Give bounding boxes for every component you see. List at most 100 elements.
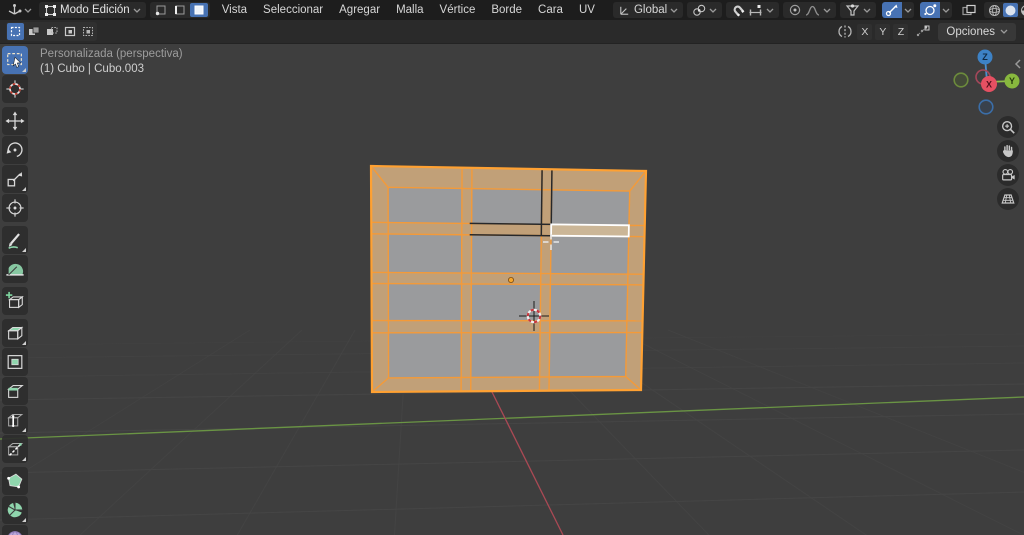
- tool-cursor[interactable]: [2, 75, 28, 103]
- mirror-z-button[interactable]: Z: [893, 24, 908, 40]
- extrude-tool-icon: [5, 323, 25, 343]
- visibility-filter-dropdown[interactable]: [840, 2, 876, 18]
- camera-view-icon: [1000, 167, 1016, 183]
- tool-annotate[interactable]: [2, 226, 28, 254]
- spin-tool-icon: [5, 500, 25, 520]
- pan-button[interactable]: [997, 140, 1019, 162]
- mirror-y-button[interactable]: Y: [875, 24, 890, 40]
- menu-cara[interactable]: Cara: [530, 2, 571, 18]
- active-object-label: (1) Cubo | Cubo.003: [40, 62, 183, 77]
- gizmos-toggle-icon: [885, 3, 899, 17]
- select-intersect-button[interactable]: [79, 23, 96, 40]
- mirror-x-button[interactable]: X: [857, 24, 872, 40]
- tool-bevel[interactable]: [2, 377, 28, 405]
- select-subtract-button[interactable]: [43, 23, 60, 40]
- tool-select-box[interactable]: [2, 46, 28, 74]
- menu-vista[interactable]: Vista: [214, 2, 255, 18]
- editor-type-button[interactable]: [4, 2, 35, 18]
- snap-magnet-icon: [731, 3, 745, 17]
- gizmo-y-ball[interactable]: Y: [1005, 74, 1020, 89]
- loop-cut-tool-icon: [5, 410, 25, 430]
- vertex-select-button[interactable]: [152, 3, 170, 17]
- menu-vertice[interactable]: Vértice: [432, 2, 484, 18]
- tool-loop-cut[interactable]: [2, 406, 28, 434]
- face-select-button[interactable]: [190, 3, 208, 17]
- gizmo-x-ball[interactable]: X: [981, 76, 997, 92]
- tool-extrude-region[interactable]: [2, 319, 28, 347]
- pivot-point-icon: [692, 4, 706, 17]
- annotate-tool-icon: [5, 230, 25, 250]
- x-axis-line: [492, 391, 564, 535]
- viewport-nav-buttons: [997, 116, 1019, 212]
- tool-transform[interactable]: [2, 194, 28, 222]
- xray-toggle-button[interactable]: [958, 2, 980, 19]
- solid-shading-button[interactable]: [1003, 3, 1018, 17]
- face-select-icon: [193, 4, 205, 16]
- overlays-toggle-button[interactable]: [920, 2, 940, 18]
- orientation-label: Global: [634, 4, 667, 16]
- tool-add-cube[interactable]: [2, 287, 28, 315]
- menu-malla[interactable]: Malla: [388, 2, 431, 18]
- tool-move[interactable]: [2, 107, 28, 135]
- select-new-button[interactable]: [7, 23, 24, 40]
- camera-view-button[interactable]: [997, 164, 1019, 186]
- navigation-gizmo[interactable]: Z Y X: [950, 46, 1024, 118]
- gizmo-z-ball[interactable]: Z: [978, 50, 993, 65]
- smooth-tool-icon: [5, 529, 25, 535]
- menu-seleccionar[interactable]: Seleccionar: [255, 2, 331, 18]
- poly-build-tool-icon: [5, 471, 25, 491]
- mirror-options: X Y Z Opciones: [836, 23, 1018, 41]
- mirror-icon: [836, 24, 854, 39]
- sidebar-collapse-arrow-icon[interactable]: [1014, 58, 1022, 70]
- tool-poly-build[interactable]: [2, 467, 28, 495]
- select-subtract-icon: [46, 26, 58, 37]
- tool-rotate[interactable]: [2, 136, 28, 164]
- snap-controls[interactable]: [726, 2, 779, 18]
- tool-spin[interactable]: [2, 496, 28, 524]
- object-origin-dot: [508, 277, 513, 282]
- svg-text:Y: Y: [1009, 76, 1015, 86]
- select-invert-icon: [64, 26, 76, 37]
- select-invert-button[interactable]: [61, 23, 78, 40]
- gizmos-dropdown[interactable]: [902, 2, 914, 18]
- edge-select-button[interactable]: [171, 3, 189, 17]
- menu-agregar[interactable]: Agregar: [331, 2, 388, 18]
- pivot-point-dropdown[interactable]: [687, 2, 722, 18]
- transform-orientation-dropdown[interactable]: Global: [613, 2, 683, 18]
- viewport-canvas[interactable]: [0, 44, 1024, 535]
- zoom-button[interactable]: [997, 116, 1019, 138]
- edit-mode-icon: [44, 4, 57, 17]
- toolbar: [2, 46, 29, 535]
- select-options-group: [6, 22, 97, 41]
- menu-uv[interactable]: UV: [571, 2, 603, 18]
- gizmo-neg-y-ball[interactable]: [954, 73, 968, 87]
- mesh-object[interactable]: [371, 166, 646, 392]
- select-mode-group: [150, 2, 210, 18]
- tool-measure[interactable]: [2, 255, 28, 283]
- svg-text:Z: Z: [982, 52, 988, 62]
- gizmo-neg-z-ball[interactable]: [979, 100, 993, 114]
- 3d-viewport-editor-icon: [7, 3, 22, 17]
- select-extend-button[interactable]: [25, 23, 42, 40]
- wireframe-shading-button[interactable]: [987, 3, 1002, 17]
- tweak-falloff-icon[interactable]: [914, 24, 932, 39]
- active-face[interactable]: [551, 224, 629, 236]
- move-tool-icon: [5, 111, 25, 131]
- overlays-dropdown[interactable]: [940, 2, 952, 18]
- overlays-toggle-icon: [923, 3, 937, 17]
- gizmos-toggle-button[interactable]: [882, 2, 902, 18]
- tool-inset-faces[interactable]: [2, 348, 28, 376]
- bevel-tool-icon: [5, 381, 25, 401]
- proportional-editing-controls[interactable]: [783, 2, 836, 18]
- header-right-cluster: [836, 2, 1024, 19]
- chevron-down-icon: [904, 8, 912, 13]
- tool-knife[interactable]: [2, 435, 28, 463]
- orientation-axes-icon: [618, 4, 631, 17]
- menu-borde[interactable]: Borde: [483, 2, 530, 18]
- options-dropdown[interactable]: Opciones: [938, 23, 1016, 41]
- perspective-toggle-button[interactable]: [997, 188, 1019, 210]
- tool-smooth[interactable]: [2, 525, 28, 535]
- material-shading-button[interactable]: [1019, 3, 1024, 17]
- mode-selector[interactable]: Modo Edición: [39, 2, 146, 18]
- tool-scale[interactable]: [2, 165, 28, 193]
